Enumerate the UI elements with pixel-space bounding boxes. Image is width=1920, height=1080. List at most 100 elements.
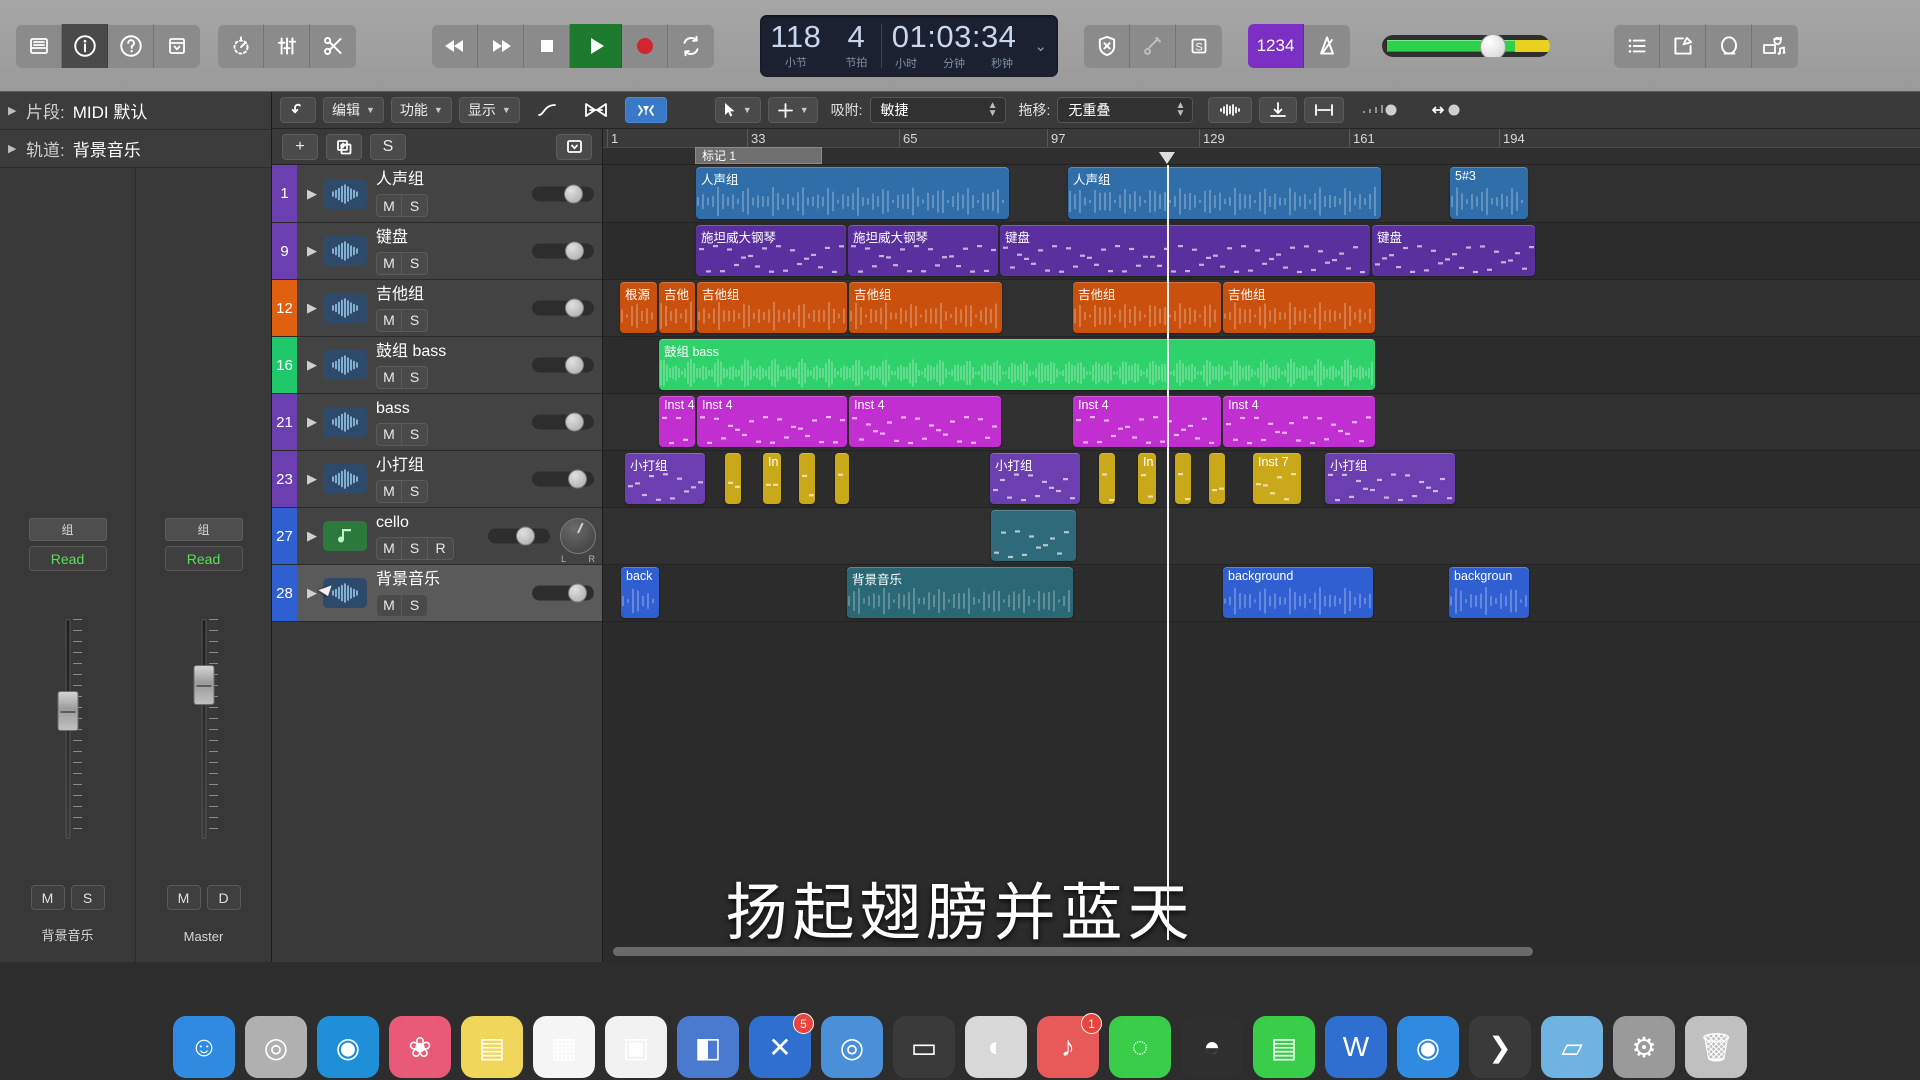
region[interactable]: 吉他组 [1223, 282, 1375, 333]
track-play-arrow-icon[interactable]: ▶ [303, 471, 321, 487]
region[interactable]: 施坦威大钢琴 [848, 225, 998, 276]
track-mute-button[interactable]: M [376, 536, 402, 560]
reminders-icon[interactable]: ▦ [533, 1016, 595, 1078]
track-mute-button[interactable]: M [376, 593, 402, 617]
list-editors-icon[interactable] [1614, 23, 1660, 68]
waveform-zoom-icon[interactable] [1208, 97, 1253, 123]
volume-fader[interactable] [181, 619, 227, 839]
region[interactable] [1209, 453, 1225, 504]
terminal-icon[interactable]: ▭ [893, 1016, 955, 1078]
vertical-zoom-slider[interactable] [1351, 97, 1413, 123]
track-play-arrow-icon[interactable]: ▶ [303, 300, 321, 316]
group-button[interactable]: 组 [28, 518, 107, 541]
region[interactable]: Inst 4 [1223, 396, 1375, 447]
automation-mode-button[interactable]: Read [164, 546, 243, 571]
disclosure-triangle-icon[interactable]: ▶ [8, 104, 26, 117]
volume-fader[interactable] [45, 619, 91, 839]
duplicate-track-icon[interactable] [326, 133, 362, 160]
region[interactable]: 吉他组 [1073, 282, 1221, 333]
disclosure-triangle-icon[interactable]: ▶ [8, 142, 26, 155]
track-solo-button[interactable]: S [402, 479, 428, 503]
fader-knob[interactable] [193, 665, 214, 705]
menu-functions[interactable]: 功能 ▼ [390, 97, 452, 123]
audio-waveform-icon[interactable] [323, 407, 367, 437]
region[interactable]: 小打组 [625, 453, 705, 504]
track-color-strip[interactable]: 12 [272, 280, 297, 336]
region[interactable]: back [621, 567, 659, 618]
fader-knob[interactable] [57, 691, 78, 731]
region[interactable]: 键盘 [1000, 225, 1370, 276]
lcd-display[interactable]: 118 小节 4 节拍 01 : 03 : 34 小时 分钟 秒钟 ⌄ [760, 14, 1058, 77]
undo-icon[interactable] [280, 97, 316, 123]
volume-knob[interactable] [565, 241, 585, 261]
launchpad-icon[interactable]: ◎ [245, 1016, 307, 1078]
chrome-icon[interactable]: ◎ [821, 1016, 883, 1078]
editors-icon[interactable] [310, 24, 356, 68]
lcd-beats[interactable]: 4 节拍 [832, 15, 881, 77]
track-row[interactable]: 9 ▶ 键盘 M S [272, 223, 602, 280]
snap-popup[interactable]: 敏捷 ▲ ▼ [869, 97, 1006, 123]
play-button[interactable] [570, 23, 622, 68]
pointer-tool[interactable]: ▼ [714, 97, 761, 123]
audio-waveform-icon[interactable] [323, 350, 367, 380]
group-button[interactable]: 组 [164, 518, 243, 541]
volume-knob[interactable] [564, 355, 584, 375]
track-row[interactable]: 12 ▶ 吉他组 M S [272, 280, 602, 337]
audio-waveform-icon[interactable] [323, 236, 367, 266]
track-mute-button[interactable]: M [376, 365, 402, 389]
playhead-handle[interactable] [1159, 152, 1175, 164]
qq-icon[interactable]: ◓ [1181, 1016, 1243, 1078]
region[interactable]: 小打组 [990, 453, 1080, 504]
region[interactable]: 背景音乐 [847, 567, 1073, 618]
calendar-icon[interactable]: ▣ [605, 1016, 667, 1078]
master-volume-meter[interactable] [1382, 34, 1550, 57]
finder-icon[interactable]: ☺ [173, 1016, 235, 1078]
messages-icon[interactable]: ◌ [1109, 1016, 1171, 1078]
track-mute-button[interactable]: M [376, 194, 402, 217]
track-color-strip[interactable]: 16 [272, 337, 297, 393]
region[interactable] [1099, 453, 1115, 504]
track-solo-button[interactable]: S [402, 251, 428, 275]
track-volume-slider[interactable] [532, 184, 594, 203]
track-play-arrow-icon[interactable]: ▶ [303, 585, 321, 601]
info-icon[interactable] [62, 23, 108, 68]
low-latency-icon[interactable] [1084, 23, 1130, 68]
volume-knob[interactable] [564, 184, 584, 203]
region[interactable]: Inst 4 [849, 396, 1001, 447]
stop-button[interactable] [524, 23, 570, 68]
region[interactable]: 吉他组 [697, 282, 847, 333]
track-volume-slider[interactable] [532, 412, 594, 432]
solo-all-button[interactable]: S [370, 133, 406, 160]
track-row[interactable]: 21 ▶ bass M S [272, 394, 602, 451]
word-icon[interactable]: W [1325, 1016, 1387, 1078]
menu-view[interactable]: 显示 ▼ [458, 97, 520, 123]
volume-knob[interactable] [564, 298, 584, 318]
track-play-arrow-icon[interactable]: ▶ [303, 186, 321, 202]
menu-edit[interactable]: 编辑 ▼ [323, 97, 384, 123]
track-solo-button[interactable]: S [402, 536, 428, 560]
track-solo-button[interactable]: S [402, 422, 428, 446]
fit-vertical-icon[interactable] [1259, 97, 1298, 123]
region[interactable]: background [1223, 567, 1373, 618]
region[interactable] [991, 510, 1076, 561]
track-solo-button[interactable]: S [402, 365, 428, 389]
region[interactable]: In [763, 453, 781, 504]
track-color-strip[interactable]: 23 [272, 451, 297, 507]
track-mute-button[interactable]: M [376, 308, 402, 332]
music-icon[interactable]: ♪ 1 [1037, 1013, 1102, 1078]
region[interactable] [835, 453, 849, 504]
safari-icon[interactable]: ◉ [317, 1016, 379, 1078]
wechat-icon[interactable]: ▤ [1253, 1016, 1315, 1078]
region[interactable]: 施坦威大钢琴 [696, 225, 846, 276]
notes-icon[interactable]: ▤ [461, 1016, 523, 1078]
track-volume-slider[interactable] [532, 241, 594, 261]
solo-button[interactable]: S [1176, 24, 1222, 68]
rewind-button[interactable] [432, 23, 478, 68]
flex-time-icon[interactable] [574, 97, 618, 123]
toolbar-menu-icon[interactable] [154, 24, 200, 68]
settings-icon[interactable]: ⚙ [1613, 1016, 1675, 1078]
secondary-tool[interactable]: ▼ [767, 97, 818, 123]
track-mute-button[interactable]: M [376, 251, 402, 275]
volume-knob[interactable] [568, 583, 587, 603]
mixer-icon[interactable] [264, 23, 310, 68]
